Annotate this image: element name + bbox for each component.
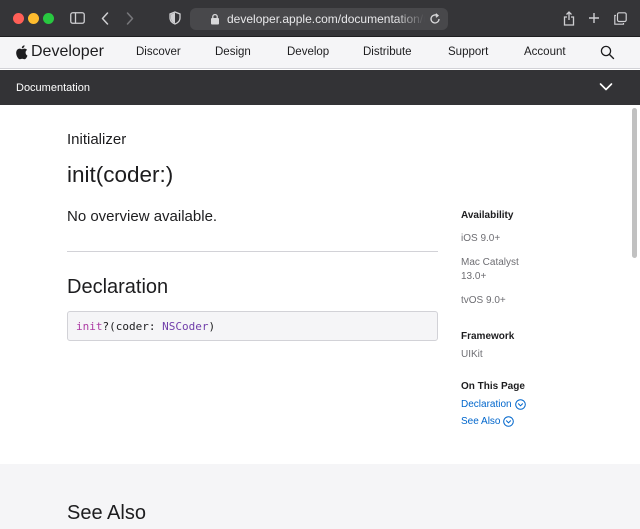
- search-icon[interactable]: [600, 45, 615, 60]
- sidebar-toggle-icon[interactable]: [68, 9, 86, 27]
- new-tab-icon[interactable]: [585, 9, 603, 27]
- share-icon[interactable]: [560, 9, 578, 27]
- see-also-heading: See Also: [67, 502, 146, 524]
- framework-name: UIKit: [461, 349, 483, 360]
- zoom-window-button[interactable]: [43, 13, 54, 24]
- nav-item-account[interactable]: Account: [524, 46, 566, 58]
- nav-item-support[interactable]: Support: [448, 46, 488, 58]
- framework-heading: Framework: [461, 331, 515, 342]
- brand-name: Developer: [31, 43, 104, 60]
- on-this-page-heading: On This Page: [461, 381, 525, 392]
- code-close: ): [208, 320, 216, 333]
- code-keyword: init: [76, 320, 103, 333]
- link-label: Declaration: [461, 399, 512, 410]
- address-bar[interactable]: developer.apple.com/documentation/uikit/…: [190, 8, 448, 30]
- forward-icon[interactable]: [121, 9, 139, 27]
- overview-text: No overview available.: [67, 208, 218, 225]
- nav-item-design[interactable]: Design: [215, 46, 251, 58]
- nav-item-discover[interactable]: Discover: [136, 46, 181, 58]
- platform-mac-catalyst: Mac Catalyst 13.0+: [461, 257, 519, 282]
- code-signature: ?(coder:: [102, 320, 163, 333]
- chevron-down-circle-icon: [514, 399, 526, 410]
- divider: [67, 251, 438, 252]
- on-this-page-declaration-link[interactable]: Declaration: [461, 399, 526, 410]
- apple-logo-icon: [16, 45, 28, 60]
- chevron-down-icon[interactable]: [599, 82, 613, 92]
- browser-toolbar: developer.apple.com/documentation/uikit/…: [0, 0, 640, 37]
- declaration-code: init?(coder: NSCoder): [67, 311, 438, 341]
- global-nav: Developer Discover Design Develop Distri…: [0, 37, 640, 69]
- documentation-link[interactable]: Documentation: [16, 82, 90, 94]
- close-window-button[interactable]: [13, 13, 24, 24]
- developer-home-link[interactable]: Developer: [15, 43, 104, 61]
- minimize-window-button[interactable]: [28, 13, 39, 24]
- page-title: init(coder:): [67, 162, 174, 187]
- symbol-kind: Initializer: [67, 131, 127, 148]
- scrollbar-thumb[interactable]: [632, 108, 637, 258]
- on-this-page-see-also-link[interactable]: See Also: [461, 416, 515, 427]
- chevron-down-circle-icon: [503, 416, 515, 427]
- lock-icon: [211, 13, 219, 25]
- reload-icon[interactable]: [429, 13, 441, 25]
- nav-item-develop[interactable]: Develop: [287, 46, 329, 58]
- platform-ios: iOS 9.0+: [461, 233, 501, 244]
- documentation-bar: Documentation: [0, 70, 640, 105]
- declaration-heading: Declaration: [67, 276, 169, 298]
- code-type-link[interactable]: NSCoder: [162, 320, 208, 333]
- availability-heading: Availability: [461, 210, 514, 221]
- privacy-shield-icon[interactable]: [166, 9, 184, 27]
- nav-item-distribute[interactable]: Distribute: [363, 46, 412, 58]
- link-label: See Also: [461, 416, 501, 427]
- platform-tvos: tvOS 9.0+: [461, 295, 506, 306]
- back-icon[interactable]: [96, 9, 114, 27]
- tab-overview-icon[interactable]: [611, 9, 629, 27]
- url-text: developer.apple.com/documentation/uikit/…: [227, 12, 425, 26]
